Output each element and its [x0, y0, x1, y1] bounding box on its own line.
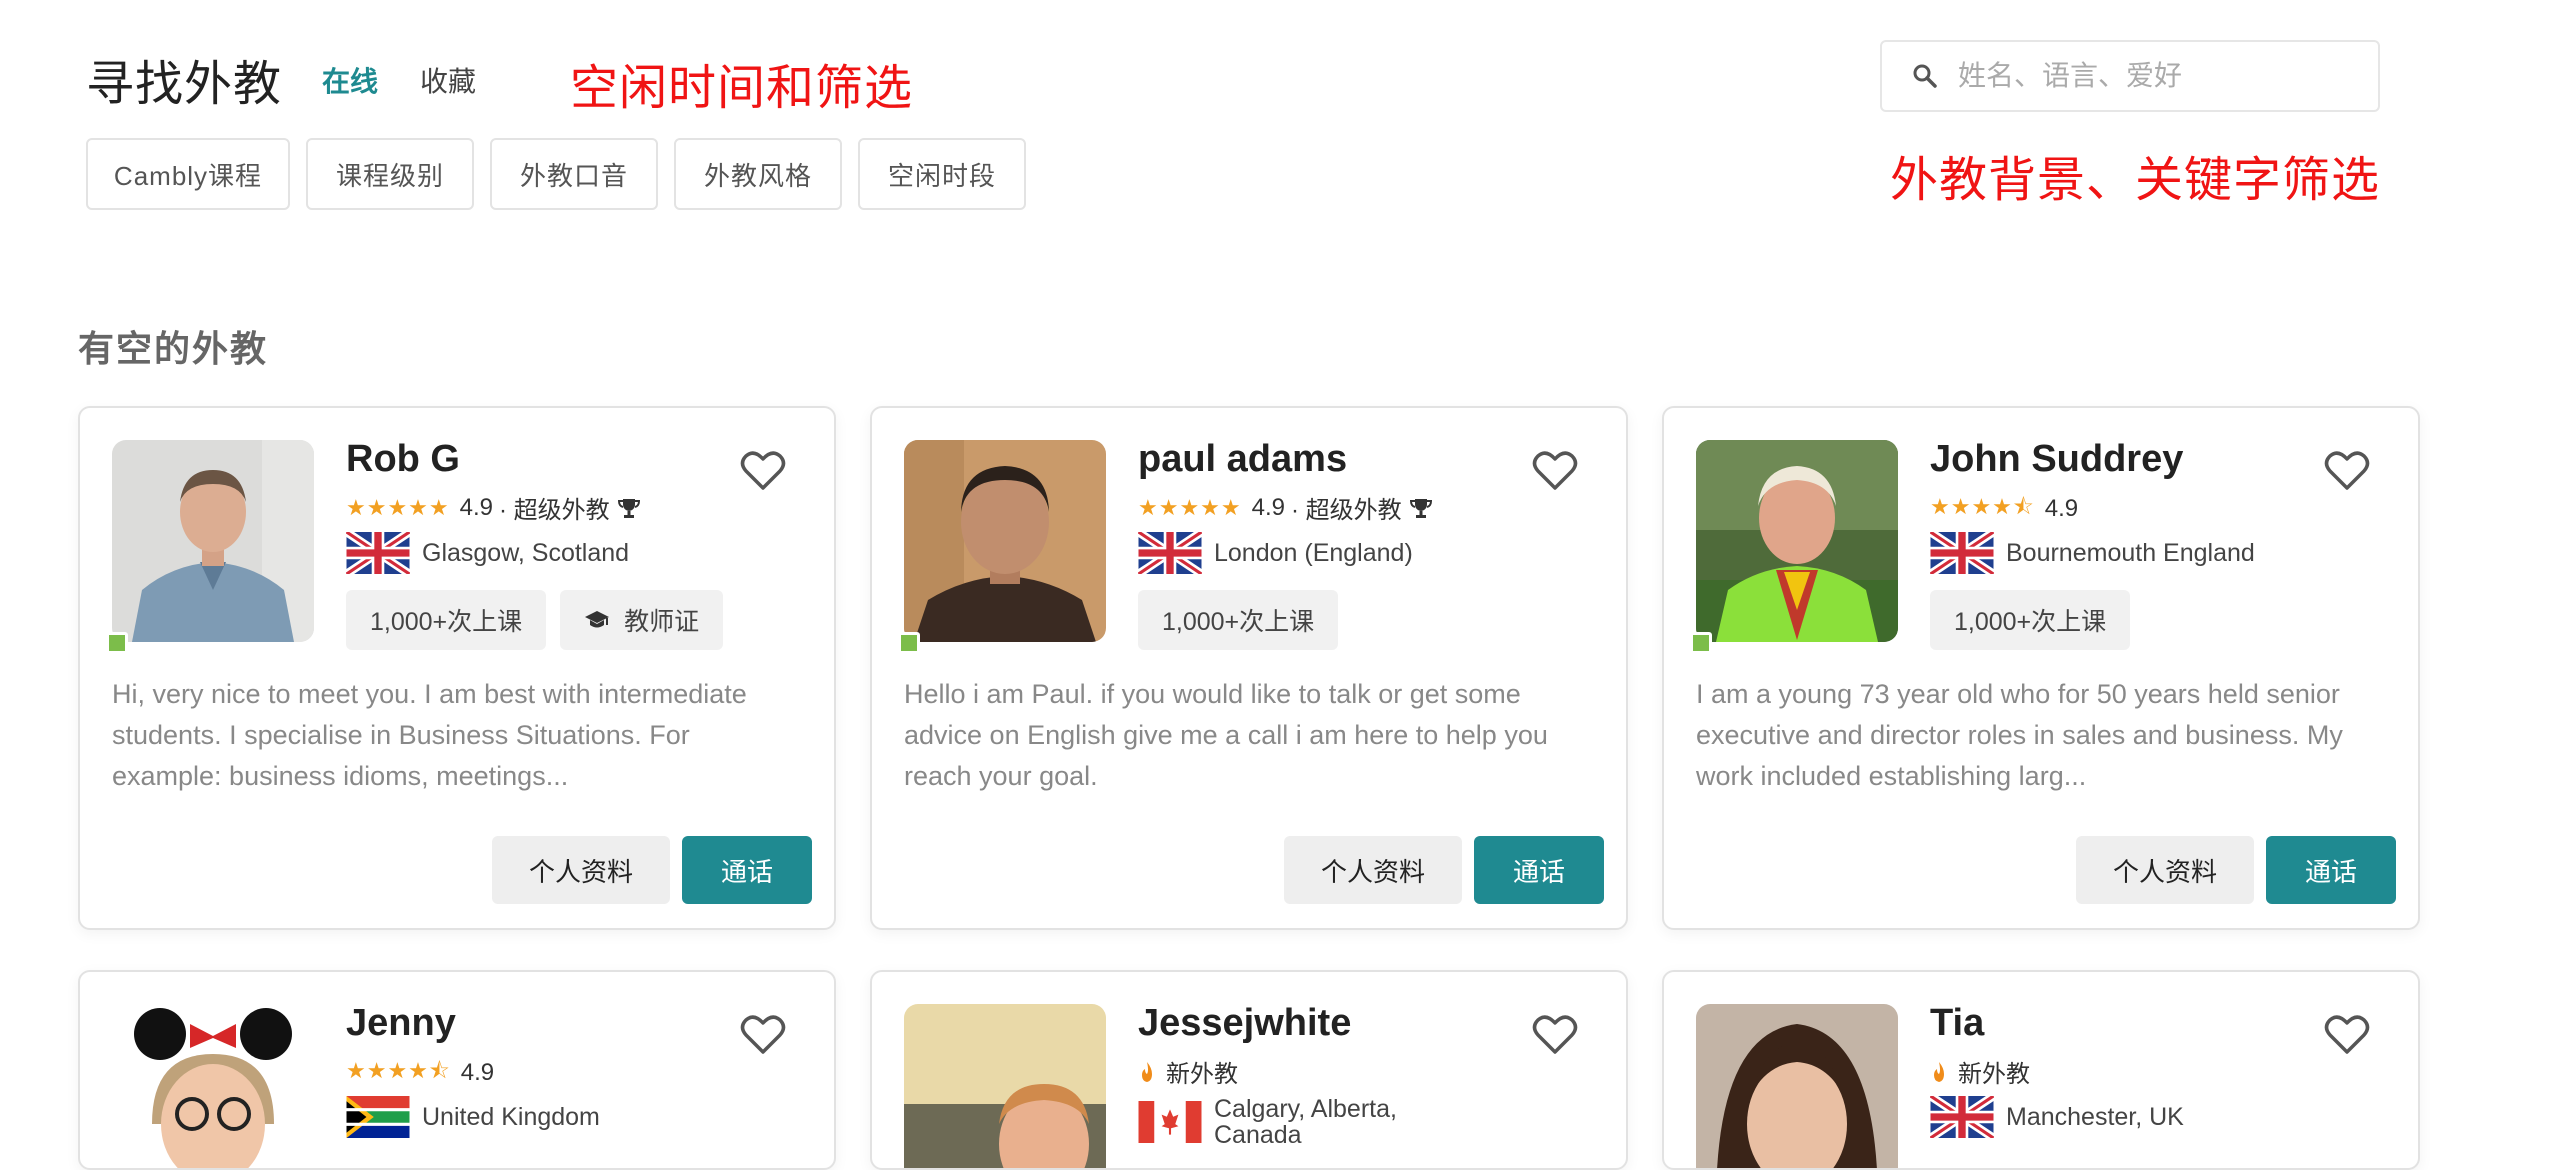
tutor-location: Glasgow, Scotland: [346, 532, 629, 574]
favorite-heart-icon[interactable]: [1532, 450, 1578, 492]
call-button[interactable]: 通话: [2266, 836, 2396, 904]
profile-button[interactable]: 个人资料: [2076, 836, 2254, 904]
tutor-card: Rob G ★★★★★ 4.9 · 超级外教 Glasgow, Scotland…: [78, 406, 836, 930]
location-text: London (England): [1214, 538, 1413, 567]
location-text: Manchester, UK: [2006, 1102, 2184, 1131]
flame-icon: [1142, 1061, 1152, 1082]
tutor-name[interactable]: Tia: [1930, 1002, 1984, 1045]
location-text: United Kingdom: [422, 1102, 600, 1131]
tutor-card: paul adams ★★★★★ 4.9 · 超级外教 London (Engl…: [870, 406, 1628, 930]
tutor-card: Jessejwhite 新外教 Calgary, Alberta, Canada: [870, 970, 1628, 1170]
location-text: Glasgow, Scotland: [422, 538, 630, 567]
call-button[interactable]: 通话: [1474, 836, 1604, 904]
filter-accent[interactable]: 外教口音: [490, 138, 658, 210]
online-indicator: [1690, 632, 1712, 654]
rating-stars: ★★★★★: [346, 494, 450, 520]
uk-flag-icon: [346, 532, 410, 574]
tutor-location: Bournemouth England: [1930, 532, 2255, 574]
tutor-name[interactable]: Jessejwhite: [1138, 1002, 1351, 1045]
tutor-bio: I am a young 73 year old who for 50 year…: [1696, 679, 2343, 791]
tutor-name[interactable]: John Suddrey: [1930, 438, 2183, 481]
tutor-location: United Kingdom: [346, 1096, 600, 1138]
tutor-photo[interactable]: [904, 1004, 1106, 1168]
call-button[interactable]: 通话: [682, 836, 812, 904]
tutor-location: Calgary, Alberta, Canada: [1138, 1096, 1397, 1148]
lessons-badge: 1,000+次上课: [346, 590, 547, 650]
tutor-photo[interactable]: [1696, 440, 1898, 642]
tutor-location: London (England): [1138, 532, 1413, 574]
trophy-icon: [617, 498, 640, 518]
filter-cambly-course[interactable]: Cambly课程: [86, 138, 290, 210]
filter-availability[interactable]: 空闲时段: [858, 138, 1026, 210]
lessons-badge: 1,000+次上课: [1930, 590, 2131, 650]
new-tutor-label: 新外教: [1958, 1061, 2030, 1088]
location-text: Bournemouth England: [2006, 538, 2255, 567]
new-tutor-tag: 新外教: [1930, 1054, 2030, 1089]
filter-course-level[interactable]: 课程级别: [306, 138, 474, 210]
canada-flag-icon: [1138, 1101, 1202, 1143]
super-tutor-label: · 超级外教: [1291, 497, 1402, 524]
online-indicator: [106, 632, 128, 654]
tutor-card: Tia 新外教 Manchester, UK: [1662, 970, 2420, 1170]
tab-online[interactable]: 在线: [322, 60, 378, 100]
online-indicator: [898, 632, 920, 654]
rating-value: 4.9: [1251, 493, 1285, 521]
rating-value: 4.9: [459, 493, 493, 521]
tutor-rating: ★★★★⯪ 4.9: [346, 1054, 494, 1092]
tutor-photo[interactable]: [112, 1004, 314, 1168]
tutor-name[interactable]: Rob G: [346, 438, 460, 481]
graduation-cap-icon: [585, 611, 610, 628]
filter-teaching-style[interactable]: 外教风格: [674, 138, 842, 210]
profile-button[interactable]: 个人资料: [1284, 836, 1462, 904]
search-icon: [1913, 64, 1937, 88]
tab-favorites[interactable]: 收藏: [420, 60, 476, 100]
tutor-photo[interactable]: [1696, 1004, 1898, 1168]
rating-stars: ★★★★⯪: [1930, 494, 2035, 519]
tutor-rating: ★★★★⯪ 4.9: [1930, 490, 2078, 528]
page-title: 寻找外教: [86, 58, 283, 111]
tutor-card: John Suddrey ★★★★⯪ 4.9 Bournemouth Engla…: [1662, 406, 2420, 930]
tutor-rating: ★★★★★ 4.9 · 超级外教: [1138, 490, 1432, 525]
profile-button[interactable]: 个人资料: [492, 836, 670, 904]
rating-stars: ★★★★⯪: [346, 1058, 451, 1083]
tutor-name[interactable]: paul adams: [1138, 438, 1347, 481]
trophy-icon: [1409, 498, 1432, 518]
favorite-heart-icon[interactable]: [2324, 450, 2370, 492]
south-africa-flag-icon: [346, 1096, 410, 1138]
rating-stars: ★★★★★: [1138, 494, 1242, 520]
favorite-heart-icon[interactable]: [2324, 1014, 2370, 1056]
rating-value: 4.9: [460, 1059, 495, 1086]
annotation-time-filter: 空闲时间和筛选: [570, 62, 914, 115]
tutor-name[interactable]: Jenny: [346, 1002, 456, 1045]
search-input[interactable]: [1956, 59, 2340, 93]
annotation-keyword-filter: 外教背景、关键字筛选: [1890, 154, 2381, 207]
tutor-card: Jenny ★★★★⯪ 4.9 United Kingdom: [78, 970, 836, 1170]
favorite-heart-icon[interactable]: [1532, 1014, 1578, 1056]
super-tutor-label: · 超级外教: [499, 497, 610, 524]
search-box[interactable]: [1880, 40, 2380, 112]
tutor-photo[interactable]: [904, 440, 1106, 642]
rating-value: 4.9: [2044, 495, 2079, 522]
location-text: Calgary, Alberta, Canada: [1214, 1095, 1397, 1149]
uk-flag-icon: [1930, 1096, 1994, 1138]
new-tutor-label: 新外教: [1166, 1061, 1238, 1088]
tutor-photo[interactable]: [112, 440, 314, 642]
favorite-heart-icon[interactable]: [740, 450, 786, 492]
tutor-bio: Hi, very nice to meet you. I am best wit…: [112, 679, 747, 791]
uk-flag-icon: [1138, 532, 1202, 574]
certificate-badge: 教师证: [560, 590, 724, 650]
section-title: 有空的外教: [78, 328, 269, 369]
tutor-location: Manchester, UK: [1930, 1096, 2184, 1138]
flame-icon: [1934, 1061, 1944, 1082]
new-tutor-tag: 新外教: [1138, 1054, 1238, 1089]
uk-flag-icon: [1930, 532, 1994, 574]
tutor-rating: ★★★★★ 4.9 · 超级外教: [346, 490, 640, 525]
tutor-bio: Hello i am Paul. if you would like to ta…: [904, 679, 1548, 791]
favorite-heart-icon[interactable]: [740, 1014, 786, 1056]
lessons-badge: 1,000+次上课: [1138, 590, 1339, 650]
